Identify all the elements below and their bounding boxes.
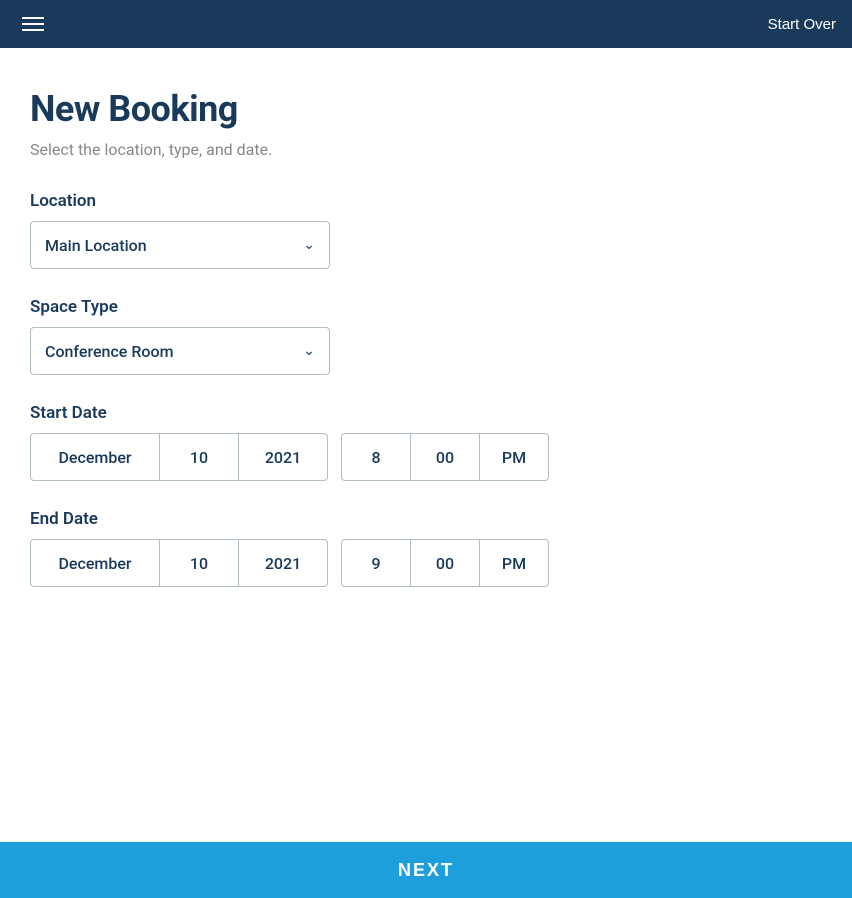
location-selected-value: Main Location (45, 236, 147, 255)
menu-bar-1 (22, 17, 44, 19)
page-subtitle: Select the location, type, and date. (30, 140, 822, 159)
location-dropdown[interactable]: Main Location ⌄ (30, 221, 330, 269)
start-date-day[interactable]: 10 (159, 433, 239, 481)
location-chevron-down-icon: ⌄ (303, 237, 315, 253)
end-date-ampm[interactable]: PM (479, 539, 549, 587)
space-type-dropdown[interactable]: Conference Room ⌄ (30, 327, 330, 375)
location-section: Location Main Location ⌄ (30, 191, 822, 269)
end-date-section: End Date December 10 2021 9 00 PM (30, 509, 822, 587)
end-date-year[interactable]: 2021 (238, 539, 328, 587)
space-type-section: Space Type Conference Room ⌄ (30, 297, 822, 375)
footer: NEXT (0, 842, 852, 898)
start-date-label: Start Date (30, 403, 822, 423)
start-date-minute[interactable]: 00 (410, 433, 480, 481)
menu-bar-3 (22, 29, 44, 31)
space-type-selected-value: Conference Room (45, 342, 174, 361)
start-date-hour[interactable]: 8 (341, 433, 411, 481)
space-type-chevron-down-icon: ⌄ (303, 343, 315, 359)
page-title: New Booking (30, 88, 822, 130)
start-date-year[interactable]: 2021 (238, 433, 328, 481)
menu-button[interactable] (16, 11, 50, 37)
end-date-minute[interactable]: 00 (410, 539, 480, 587)
start-date-row: December 10 2021 8 00 PM (30, 433, 822, 481)
start-date-ampm[interactable]: PM (479, 433, 549, 481)
location-label: Location (30, 191, 822, 211)
menu-bar-2 (22, 23, 44, 25)
header: Start Over (0, 0, 852, 48)
space-type-label: Space Type (30, 297, 822, 317)
end-date-label: End Date (30, 509, 822, 529)
start-over-button[interactable]: Start Over (768, 16, 836, 33)
next-button[interactable]: NEXT (0, 842, 852, 898)
end-date-month[interactable]: December (30, 539, 160, 587)
end-date-row: December 10 2021 9 00 PM (30, 539, 822, 587)
end-date-hour[interactable]: 9 (341, 539, 411, 587)
start-date-section: Start Date December 10 2021 8 00 PM (30, 403, 822, 481)
end-date-day[interactable]: 10 (159, 539, 239, 587)
start-date-month[interactable]: December (30, 433, 160, 481)
main-content: New Booking Select the location, type, a… (0, 48, 852, 735)
